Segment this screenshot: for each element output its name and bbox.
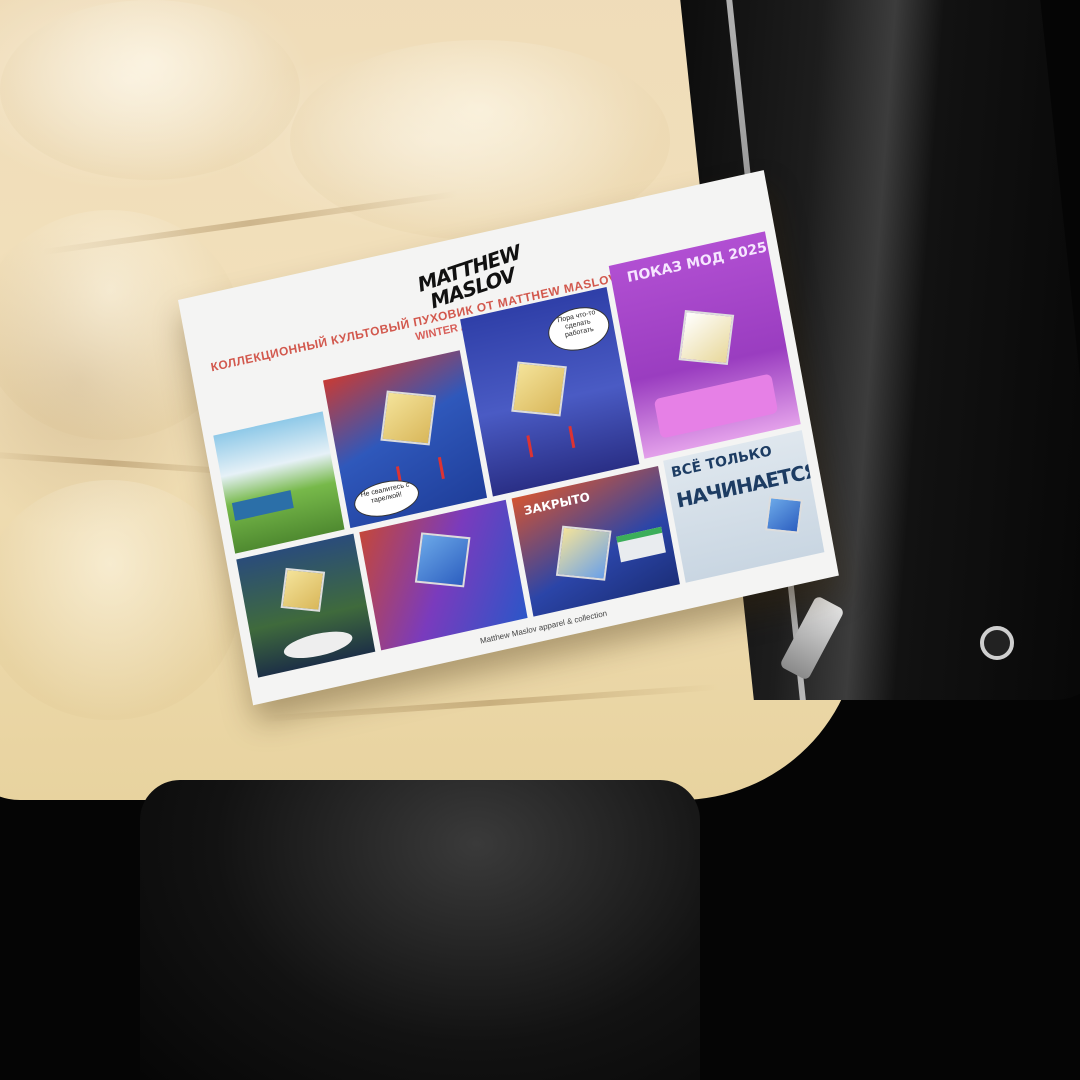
comic-panel-bubble-work: Пора что-то сделать работать — [460, 286, 640, 497]
comic-panel-fashion-show: ПОКАЗ МОД 2025 — [608, 231, 801, 459]
quilt-seam — [0, 450, 240, 476]
speech-bubble-empty — [281, 626, 355, 664]
comic-panel-boxing: Не свалитесь с тарелкой! — [323, 350, 488, 529]
diamond-character — [511, 361, 567, 417]
character-legs — [526, 425, 576, 458]
runway — [653, 373, 779, 439]
diamond-character — [380, 390, 437, 446]
comic-panel-carnival — [359, 499, 528, 651]
road-sign — [231, 490, 294, 521]
quilt-pocket — [0, 0, 300, 180]
speech-bubble: Пора что-то сделать работать — [544, 301, 613, 357]
diamond-character — [280, 567, 326, 612]
quilt-pocket — [0, 480, 240, 720]
closed-sign: ЗАКРЫТО — [522, 489, 592, 518]
diamond-character — [555, 525, 612, 581]
photo-scene: MATTHEW MASLOV Коллекционный культовый п… — [0, 0, 1080, 1080]
diamond-character — [414, 532, 471, 588]
comic-panel-forest — [236, 533, 376, 678]
laptop-screen — [616, 526, 666, 563]
comic-panel-closed: ЗАКРЫТО — [511, 466, 680, 617]
diamond-character — [765, 496, 803, 534]
comic-panel-final: ВСЁ ТОЛЬКО НАЧИНАЕТСЯ — [663, 430, 825, 583]
leather-trousers — [140, 780, 700, 1080]
snap-button — [980, 626, 1014, 660]
comic-panel-mountains — [213, 411, 345, 554]
fashion-show-title: ПОКАЗ МОД 2025 — [625, 239, 769, 287]
quilt-seam — [260, 683, 720, 723]
diamond-character — [678, 310, 735, 366]
